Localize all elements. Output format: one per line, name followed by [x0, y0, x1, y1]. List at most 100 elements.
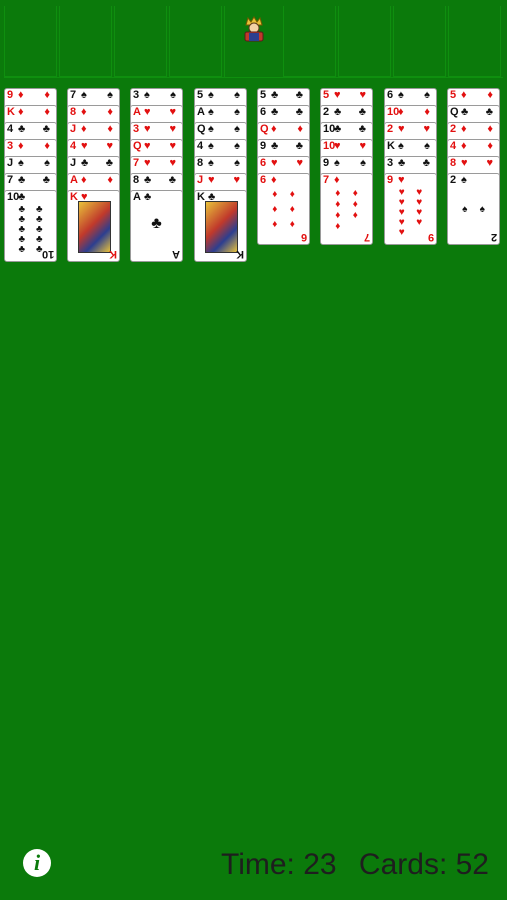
card-suit-icon: ♥ — [144, 123, 151, 135]
card-rank-bottom: 6 — [300, 231, 307, 243]
playing-card[interactable]: A ♣ ♣ A — [130, 190, 183, 262]
card-suit-icon: ♦ — [18, 140, 24, 152]
card-suit-icon: ♥ — [169, 123, 176, 135]
card-pips: ♦ ♦ ♦ ♦ ♦ ♦ ♦ — [329, 188, 364, 232]
card-suit-icon: ♠ — [144, 89, 150, 101]
card-rank-bottom: 2 — [490, 231, 497, 243]
card-rank: 8 — [133, 174, 140, 186]
card-pip: ♦ — [289, 203, 295, 215]
card-pip: ♦ — [335, 187, 341, 199]
card-suit-icon: ♥ — [398, 174, 405, 186]
card-suit-icon: ♣ — [295, 106, 303, 118]
card-rank: K — [7, 106, 15, 118]
card-rank: 2 — [323, 106, 330, 118]
card-suit-icon: ♠ — [170, 89, 176, 101]
card-rank: 5 — [323, 89, 330, 101]
playing-card[interactable]: 7 ♦ ♦ ♦ ♦ ♦ ♦ ♦ ♦ 7 — [320, 173, 373, 245]
card-suit-icon: ♥ — [398, 123, 405, 135]
card-suit-icon: ♦ — [81, 106, 87, 118]
card-suit-icon: ♦ — [487, 140, 493, 152]
card-suit-icon: ♥ — [208, 174, 215, 186]
card-pip: ♣ — [151, 215, 162, 232]
card-suit-icon: ♣ — [485, 106, 493, 118]
card-suit-icon: ♠ — [234, 140, 240, 152]
card-suit-icon: ♣ — [18, 123, 26, 135]
card-suit-icon: ♣ — [334, 123, 342, 135]
foundation-3[interactable] — [393, 6, 446, 77]
card-suit-icon: ♦ — [107, 123, 113, 135]
card-pip: ♦ — [272, 203, 278, 215]
card-rank: 8 — [70, 106, 77, 118]
card-suit-icon: ♣ — [358, 106, 366, 118]
card-pip: ♦ — [272, 189, 278, 201]
card-pip: ♠ — [479, 204, 485, 215]
card-suit-icon: ♠ — [424, 89, 430, 101]
card-suit-icon: ♥ — [233, 174, 240, 186]
info-icon[interactable]: i — [23, 849, 51, 877]
card-suit-icon: ♦ — [487, 123, 493, 135]
card-suit-icon: ♣ — [271, 89, 279, 101]
card-suit-icon: ♦ — [44, 140, 50, 152]
playing-card[interactable]: 6 ♦ ♦ ♦ ♦ ♦ ♦ ♦ 6 — [257, 173, 310, 245]
card-rank: 4 — [197, 140, 204, 152]
card-suit-icon: ♠ — [234, 123, 240, 135]
top-divider-right — [283, 6, 284, 78]
card-suit-icon: ♥ — [144, 157, 151, 169]
card-suit-icon: ♥ — [486, 157, 493, 169]
card-suit-icon: ♦ — [271, 123, 277, 135]
card-suit-icon: ♣ — [168, 174, 176, 186]
face-card-portrait — [205, 201, 238, 253]
cards-readout: Cards: 52 — [358, 848, 489, 881]
card-suit-icon: ♠ — [234, 89, 240, 101]
card-suit-icon: ♦ — [107, 174, 113, 186]
card-suit-icon: ♣ — [271, 106, 279, 118]
card-rank: 7 — [133, 157, 140, 169]
card-rank: 9 — [323, 157, 330, 169]
card-rank: 9 — [260, 140, 267, 152]
playing-card[interactable]: 10 ♣ ♣ ♣ ♣ ♣ ♣ ♣ ♣ ♣ ♣ ♣ 10 — [4, 190, 57, 262]
card-pip: ♦ — [352, 198, 358, 210]
card-suit-icon: ♥ — [359, 140, 366, 152]
playing-card[interactable]: K ♣ K — [194, 190, 247, 262]
card-rank: 7 — [323, 174, 330, 186]
card-rank-bottom: 10 — [41, 248, 54, 260]
foundation-4[interactable] — [448, 6, 501, 77]
card-rank: 7 — [7, 174, 14, 186]
card-rank: 3 — [133, 123, 140, 135]
card-suit-icon: ♦ — [461, 140, 467, 152]
card-pips: ♠ ♠ — [456, 188, 491, 232]
playing-card[interactable]: 9 ♥ ♥ ♥ ♥ ♥ ♥ ♥ ♥ ♥ ♥ 9 — [384, 173, 437, 245]
free-cell-4[interactable] — [169, 6, 222, 77]
king-icon[interactable] — [240, 16, 268, 42]
free-cell-3[interactable] — [114, 6, 167, 77]
card-pip: ♦ — [289, 189, 295, 201]
card-rank: K — [70, 191, 78, 203]
card-rank: 2 — [450, 123, 457, 135]
playing-card[interactable]: K ♥ K — [67, 190, 120, 262]
card-suit-icon: ♥ — [271, 157, 278, 169]
card-rank: A — [197, 106, 205, 118]
playing-card[interactable]: 2 ♠ ♠ ♠ 2 — [447, 173, 500, 245]
card-rank: 7 — [70, 89, 77, 101]
card-suit-icon: ♥ — [423, 123, 430, 135]
card-rank: 4 — [7, 123, 14, 135]
card-suit-icon: ♦ — [334, 174, 340, 186]
foundation-2[interactable] — [338, 6, 391, 77]
card-suit-icon: ♥ — [169, 157, 176, 169]
free-cell-1[interactable] — [4, 6, 57, 77]
king-icon-graphic — [244, 16, 264, 42]
card-suit-icon: ♦ — [461, 123, 467, 135]
card-suit-icon: ♣ — [18, 191, 26, 203]
card-rank: 5 — [197, 89, 204, 101]
card-suit-icon: ♠ — [334, 157, 340, 169]
card-rank: 6 — [260, 106, 267, 118]
card-suit-icon: ♦ — [271, 174, 277, 186]
card-rank: 6 — [387, 89, 394, 101]
foundation-1[interactable] — [283, 6, 336, 77]
card-suit-icon: ♦ — [44, 89, 50, 101]
face-card-portrait — [78, 201, 111, 253]
free-cell-2[interactable] — [59, 6, 112, 77]
card-rank: Q — [133, 140, 142, 152]
card-suit-icon: ♥ — [334, 89, 341, 101]
card-suit-icon: ♣ — [295, 140, 303, 152]
